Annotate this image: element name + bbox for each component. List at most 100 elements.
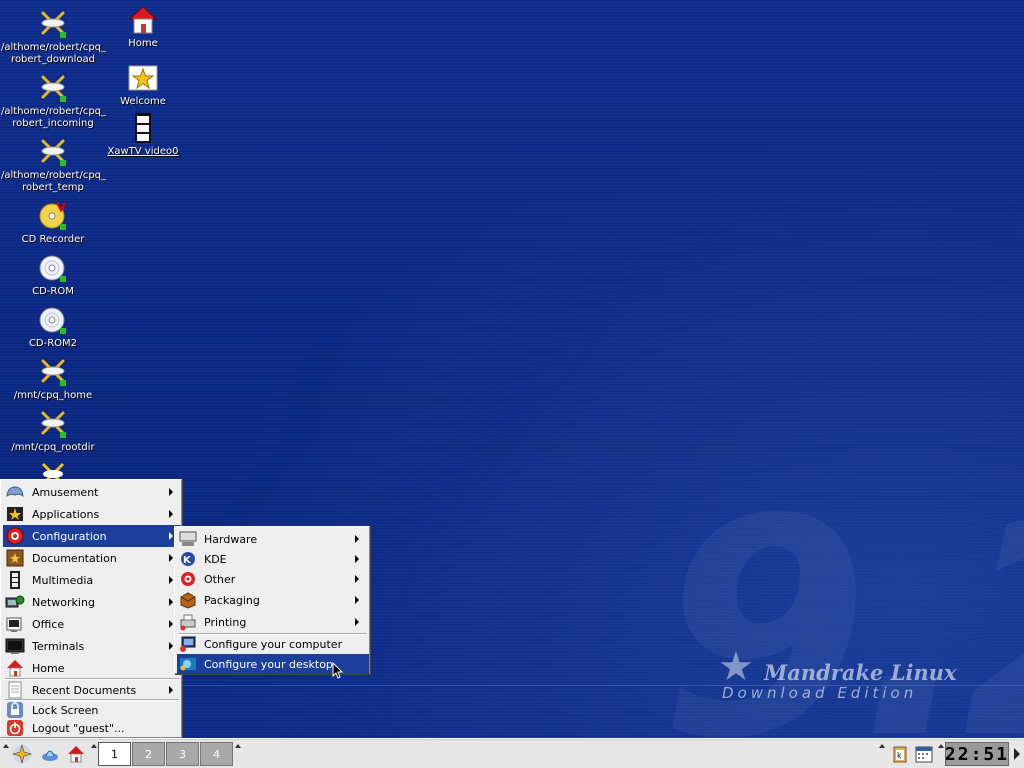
- calendar-icon: [915, 746, 933, 763]
- kmenu-item-applications[interactable]: Applications: [3, 503, 181, 525]
- kmenu-item-networking[interactable]: Networking: [3, 591, 181, 613]
- desktop-icon-label: Home: [128, 38, 158, 49]
- cdrom-icon: [37, 252, 69, 284]
- submenu-arrow-icon: [355, 618, 359, 626]
- klipper-button[interactable]: k: [888, 742, 912, 766]
- desktop-icon: [42, 750, 58, 761]
- panel-hide-arrow-icon[interactable]: [3, 742, 9, 766]
- menu-item-label: Configure your desktop: [204, 657, 333, 671]
- desktop-switch-2[interactable]: 2: [132, 742, 165, 766]
- clock-arrow-icon[interactable]: [938, 742, 944, 766]
- submenu-arrow-icon: [169, 576, 173, 584]
- k-menu-button[interactable]: [10, 742, 34, 766]
- desktop-icon[interactable]: Home: [91, 4, 195, 50]
- amusement-icon: [5, 482, 25, 502]
- menu-item-label: Networking: [32, 595, 95, 609]
- desktop-icon[interactable]: /mnt/cpq_home: [1, 356, 105, 402]
- watermark-version: 9.2: [660, 455, 1024, 739]
- submenu-item-other[interactable]: Other: [177, 569, 369, 589]
- mouse-cursor-icon: [332, 662, 344, 679]
- home-folder-button[interactable]: [64, 742, 88, 766]
- nfs-mount-icon: [37, 72, 69, 104]
- pager-arrow-icon[interactable]: [235, 742, 241, 766]
- submenu-item-configure-computer[interactable]: Configure your computer: [177, 634, 369, 654]
- office-icon: [5, 614, 25, 634]
- desktop-icon[interactable]: /althome/robert/cpq_ robert_temp: [1, 136, 107, 194]
- desktop-icon[interactable]: /althome/robert/cpq_ robert_download: [1, 8, 107, 66]
- menu-item-label: Packaging: [204, 593, 260, 607]
- submenu-arrow-icon: [169, 532, 173, 540]
- mandrake-star-icon: [11, 743, 33, 765]
- svg-text:k: k: [897, 751, 902, 760]
- kmenu-item-office[interactable]: Office: [3, 613, 181, 635]
- kmenu-item-documentation[interactable]: Documentation: [3, 547, 181, 569]
- home-icon: [5, 658, 25, 678]
- submenu-item-kde[interactable]: K KDE: [177, 549, 369, 569]
- kmenu-item-terminals[interactable]: Terminals: [3, 635, 181, 657]
- desktop-icon[interactable]: Welcome: [91, 62, 195, 108]
- kmenu-item-logout[interactable]: Logout "guest"...: [3, 717, 181, 739]
- panel-clock[interactable]: 22:51: [945, 742, 1009, 766]
- submenu-arrow-icon: [355, 555, 359, 563]
- networking-icon: [5, 592, 25, 612]
- mandrake-star-icon: ★: [718, 644, 754, 690]
- submenu-arrow-icon: [169, 620, 173, 628]
- submenu-arrow-icon: [169, 488, 173, 496]
- kde-icon: K: [179, 550, 197, 568]
- brand-edition: Download Edition: [722, 684, 918, 702]
- desktop-switch-1[interactable]: 1: [98, 742, 131, 766]
- desktop-icon-label: /althome/robert/cpq_ robert_download: [1, 42, 107, 65]
- documentation-icon: [5, 548, 25, 568]
- kde-panel: 1 2 3 4 k 22:51: [0, 738, 1024, 768]
- desktop-icon[interactable]: XawTV video0: [91, 112, 195, 158]
- menu-item-label: Hardware: [204, 532, 258, 546]
- recent-documents-icon: [5, 680, 25, 700]
- kmenu-item-home[interactable]: Home: [3, 657, 181, 679]
- submenu-item-hardware[interactable]: Hardware: [177, 529, 369, 549]
- desktop-icon[interactable]: /althome/robert/cpq_ robert_incoming: [1, 72, 106, 130]
- desktop-icon[interactable]: CD-ROM: [1, 252, 105, 298]
- kmenu-item-recent-documents[interactable]: Recent Documents: [3, 679, 181, 701]
- submenu-arrow-icon: [169, 642, 173, 650]
- nfs-mount-icon: [37, 8, 69, 40]
- logout-icon: [5, 718, 25, 738]
- configure-computer-icon: [179, 635, 197, 653]
- panel-applet-arrow-icon[interactable]: [91, 742, 97, 766]
- applications-icon: [5, 504, 25, 524]
- submenu-item-printing[interactable]: Printing: [177, 612, 369, 632]
- desktop-icon-label: /althome/robert/cpq_ robert_temp: [1, 170, 107, 193]
- nfs-mount-icon: [37, 356, 69, 388]
- kmenu-item-multimedia[interactable]: Multimedia: [3, 569, 181, 591]
- submenu-item-packaging[interactable]: Packaging: [177, 590, 369, 610]
- panel-scroll-right-icon[interactable]: [1014, 748, 1020, 760]
- show-desktop-button[interactable]: [38, 742, 62, 766]
- submenu-arrow-icon: [169, 554, 173, 562]
- systray-arrow-icon[interactable]: [879, 742, 885, 766]
- configuration-submenu: Hardware K KDE Other Packaging Printing Config…: [174, 526, 370, 674]
- desktop-icon-label: CD-ROM2: [28, 338, 78, 349]
- menu-item-label: Configure your computer: [204, 637, 343, 651]
- terminals-icon: [5, 636, 25, 656]
- menu-item-label: Amusement: [32, 485, 99, 499]
- hardware-icon: [179, 530, 197, 548]
- desktop-switch-4[interactable]: 4: [200, 742, 233, 766]
- desktop-switch-3[interactable]: 3: [166, 742, 199, 766]
- desktop-icon-label: CD-ROM: [32, 286, 74, 297]
- configure-desktop-icon: [179, 655, 197, 673]
- home-icon: [127, 4, 159, 36]
- home-icon: [68, 746, 84, 763]
- korganizer-button[interactable]: [912, 742, 936, 766]
- kmenu-item-configuration[interactable]: Configuration: [3, 525, 181, 547]
- desktop-icon-label: /mnt/cpq_home: [13, 390, 93, 401]
- submenu-arrow-icon: [355, 596, 359, 604]
- desktop-icon[interactable]: CD Recorder: [1, 200, 105, 246]
- nfs-mount-icon: [37, 136, 69, 168]
- desktop-icon[interactable]: CD-ROM2: [1, 304, 105, 350]
- menu-item-label: Multimedia: [32, 573, 94, 587]
- desktop-icon-label: Welcome: [120, 96, 166, 107]
- printing-icon: [179, 613, 197, 631]
- mandrake-logo: ★ Mandrake Linux Download Edition: [718, 644, 998, 710]
- menu-item-label: Recent Documents: [32, 683, 137, 697]
- desktop-icon[interactable]: /mnt/cpq_rootdir: [1, 408, 105, 454]
- kmenu-item-amusement[interactable]: Amusement: [3, 481, 181, 503]
